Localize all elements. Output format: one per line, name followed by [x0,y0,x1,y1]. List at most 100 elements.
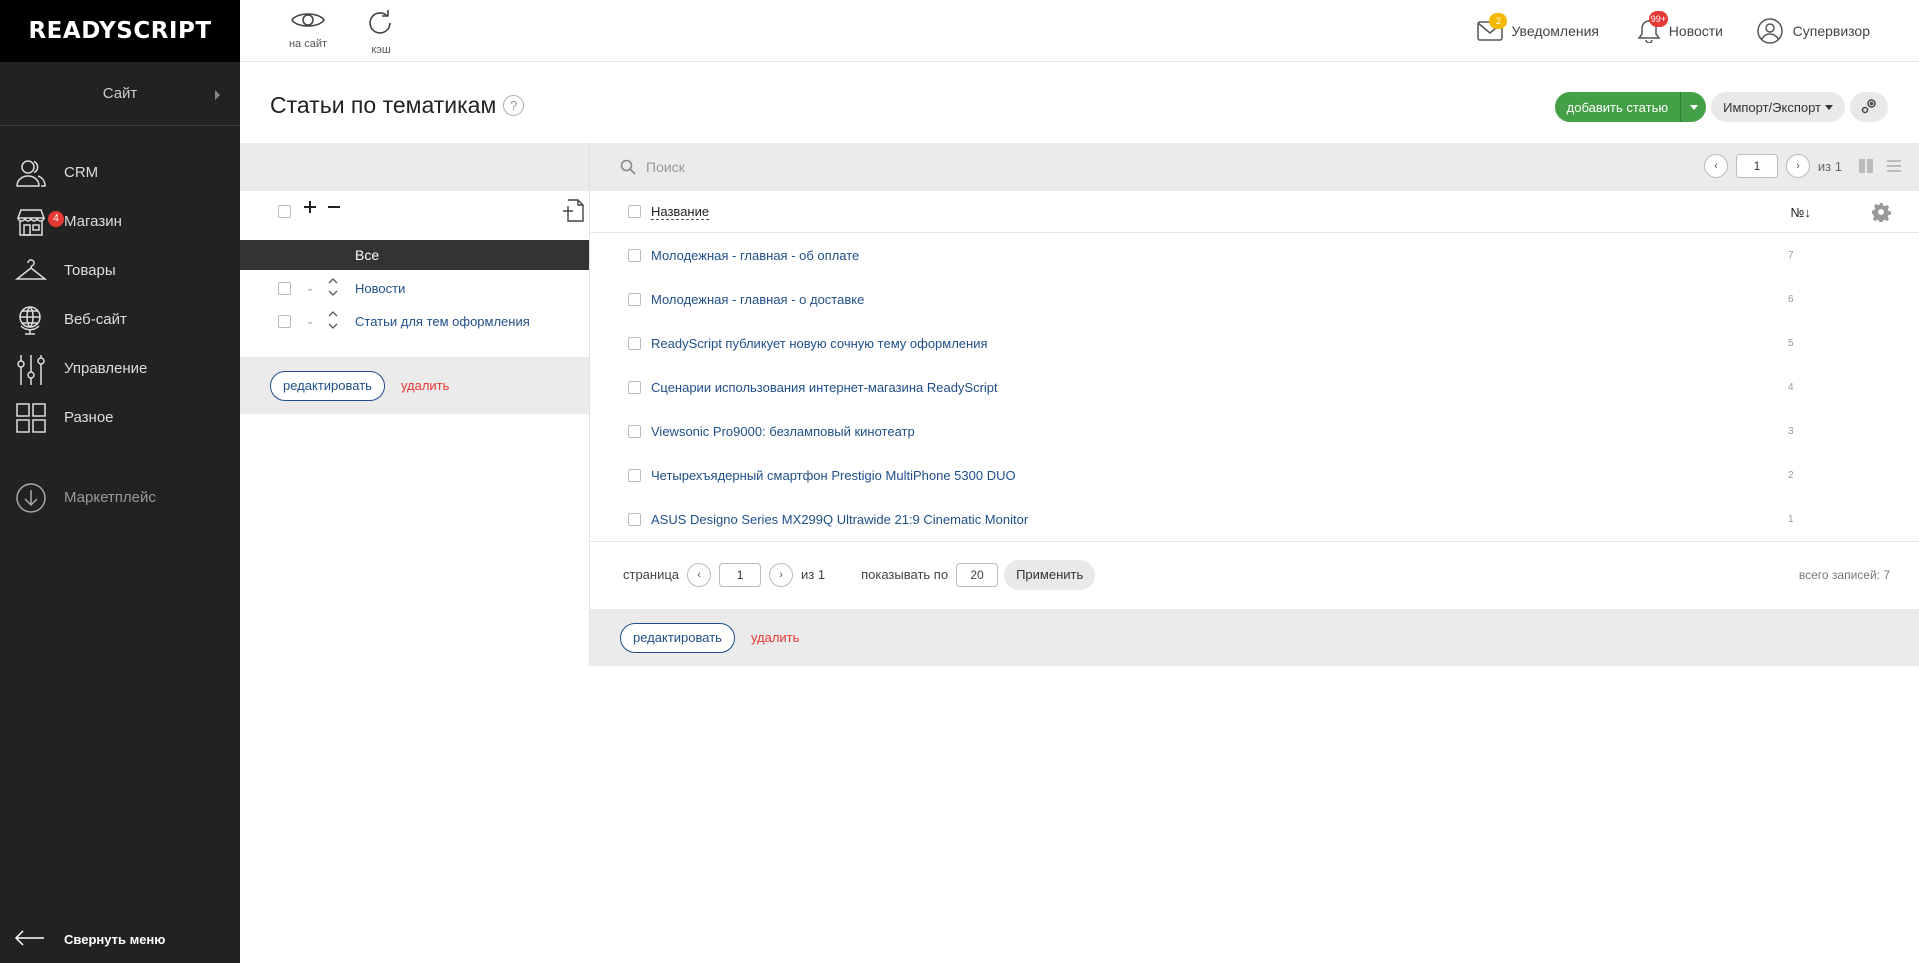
sidebar-item-website[interactable]: Веб-сайт [0,295,240,344]
site-switcher-label: Сайт [102,85,138,102]
page-count: из 1 [1817,158,1842,174]
table-row: Молодежная - главная - об оплате 7 [590,233,1919,277]
edit-button[interactable]: редактировать [620,622,735,653]
row-checkbox[interactable] [628,380,641,394]
cache-button[interactable]: кэш [351,8,411,56]
page-count: из 1 [801,567,826,582]
settings-button[interactable] [1850,92,1888,122]
help-icon[interactable]: ? [503,95,525,116]
notifications-button[interactable]: 2 Уведомления [1477,0,1599,62]
sidebar-item-label: CRM [64,164,99,181]
row-checkbox[interactable] [628,248,641,262]
tree-toolbar [240,192,589,238]
table-header: Название №↓ [590,192,1919,233]
add-article-dropdown[interactable] [1680,92,1707,122]
page-input[interactable]: 1 [719,562,762,587]
tree-delete-link[interactable]: удалить [401,378,449,393]
tree-select-all-checkbox[interactable] [278,205,291,218]
sidebar-item-misc[interactable]: Разное [0,393,240,442]
tree-item-bullet: ⌄ [306,316,315,327]
eye-icon [290,13,326,35]
article-title-link[interactable]: ASUS Designo Series MX299Q Ultrawide 21:… [651,512,1028,527]
article-title-link[interactable]: Молодежная - главная - о доставке [651,292,864,307]
table-footer: редактировать удалить [590,609,1919,666]
apply-button[interactable]: Применить [1004,559,1096,590]
import-export-button[interactable]: Импорт/Экспорт [1711,92,1845,122]
table-row: Viewsonic Pro9000: безламповый кинотеатр… [590,409,1919,453]
prev-page-button[interactable]: ‹ [687,562,712,587]
article-number: 2 [1788,469,1794,481]
gear-icon[interactable] [1871,202,1891,225]
next-page-button[interactable]: › [1785,154,1810,178]
to-site-button[interactable]: на сайт [278,8,338,50]
sidebar-item-label: Веб-сайт [64,311,127,328]
tree-item-link[interactable]: Статьи для тем оформления [355,314,530,329]
tree-item: ⌄ Новости [240,272,589,305]
plus-icon[interactable] [302,199,318,218]
top-pager: ‹ 1 › из 1 [1703,154,1902,178]
sidebar-item-management[interactable]: Управление [0,344,240,393]
news-label: Новости [1668,23,1723,39]
per-page-label: показывать по [861,567,949,582]
tree-item-label: Все [355,247,380,263]
bell-icon: 99+ [1637,11,1669,43]
table-row: Четырехъядерный смартфон Prestigio Multi… [590,453,1919,497]
logo[interactable]: READYSCRIPT [0,0,240,62]
drag-sort-icon[interactable] [328,278,338,299]
select-all-checkbox[interactable] [628,205,641,218]
article-title-link[interactable]: Молодежная - главная - об оплате [651,248,859,263]
column-number-header[interactable]: №↓ [1791,205,1811,220]
sidebar-item-products[interactable]: Товары [0,246,240,295]
sidebar-item-label: Разное [64,409,114,426]
article-number: 6 [1788,293,1794,305]
sidebar-item-label: Маркетплейс [64,489,156,506]
bottom-pager: страница ‹ 1 › из 1 показывать по 20 При… [590,541,1919,607]
sidebar-item-shop[interactable]: 4 Магазин [0,197,240,246]
row-checkbox[interactable] [628,424,641,438]
sidebar-item-crm[interactable]: CRM [0,148,240,197]
sidebar-item-label: Управление [64,360,148,377]
user-menu[interactable]: Супервизор [1756,0,1870,62]
sidebar-item-marketplace[interactable]: Маркетплейс [0,473,240,522]
row-checkbox[interactable] [628,292,641,306]
drag-sort-icon[interactable] [328,311,338,332]
collapse-menu-button[interactable]: Свернуть меню [14,930,165,949]
tree-header [240,143,589,191]
row-checkbox[interactable] [628,512,641,526]
tree-item-checkbox[interactable] [278,282,291,295]
add-article-button[interactable]: добавить статью [1554,92,1681,122]
minus-icon[interactable] [326,199,342,218]
next-page-button[interactable]: › [769,562,794,587]
column-name-header[interactable]: Название [651,205,710,220]
envelope-icon: 2 [1477,13,1508,41]
add-category-icon[interactable] [562,199,584,226]
search-input[interactable]: Поиск [646,159,685,175]
user-icon [1756,18,1783,44]
table-row: ReadyScript публикует новую сочную тему … [590,321,1919,365]
row-checkbox[interactable] [628,336,641,350]
delete-link[interactable]: удалить [751,630,799,645]
tree-item-all[interactable]: Все [240,240,589,270]
sidebar-item-label: Товары [64,262,116,279]
page-input[interactable]: 1 [1735,154,1778,178]
site-switcher[interactable]: Сайт [0,62,240,126]
tree-edit-button[interactable]: редактировать [270,370,385,401]
news-button[interactable]: 99+ Новости [1637,0,1723,62]
article-title-link[interactable]: Viewsonic Pro9000: безламповый кинотеатр [651,424,915,439]
tree-item-checkbox[interactable] [278,315,291,328]
article-title-link[interactable]: Четырехъядерный смартфон Prestigio Multi… [651,468,1016,483]
refresh-icon [366,10,396,41]
per-page-input[interactable]: 20 [956,562,999,587]
page-title: Статьи по тематикам ? [270,92,525,119]
header-actions: добавить статью Импорт/Экспорт [1554,92,1888,122]
tree-item-link[interactable]: Новости [355,281,405,296]
article-title-link[interactable]: ReadyScript публикует новую сочную тему … [651,336,988,351]
article-title-link[interactable]: Сценарии использования интернет-магазина… [651,380,998,395]
page-title-text: Статьи по тематикам [270,92,497,118]
prev-page-button[interactable]: ‹ [1703,154,1728,178]
tree-item: ⌄ Статьи для тем оформления [240,305,589,338]
row-checkbox[interactable] [628,468,641,482]
column-view-icon[interactable] [1858,158,1874,174]
list-view-icon[interactable] [1886,158,1902,174]
chevron-down-icon [1825,104,1833,110]
